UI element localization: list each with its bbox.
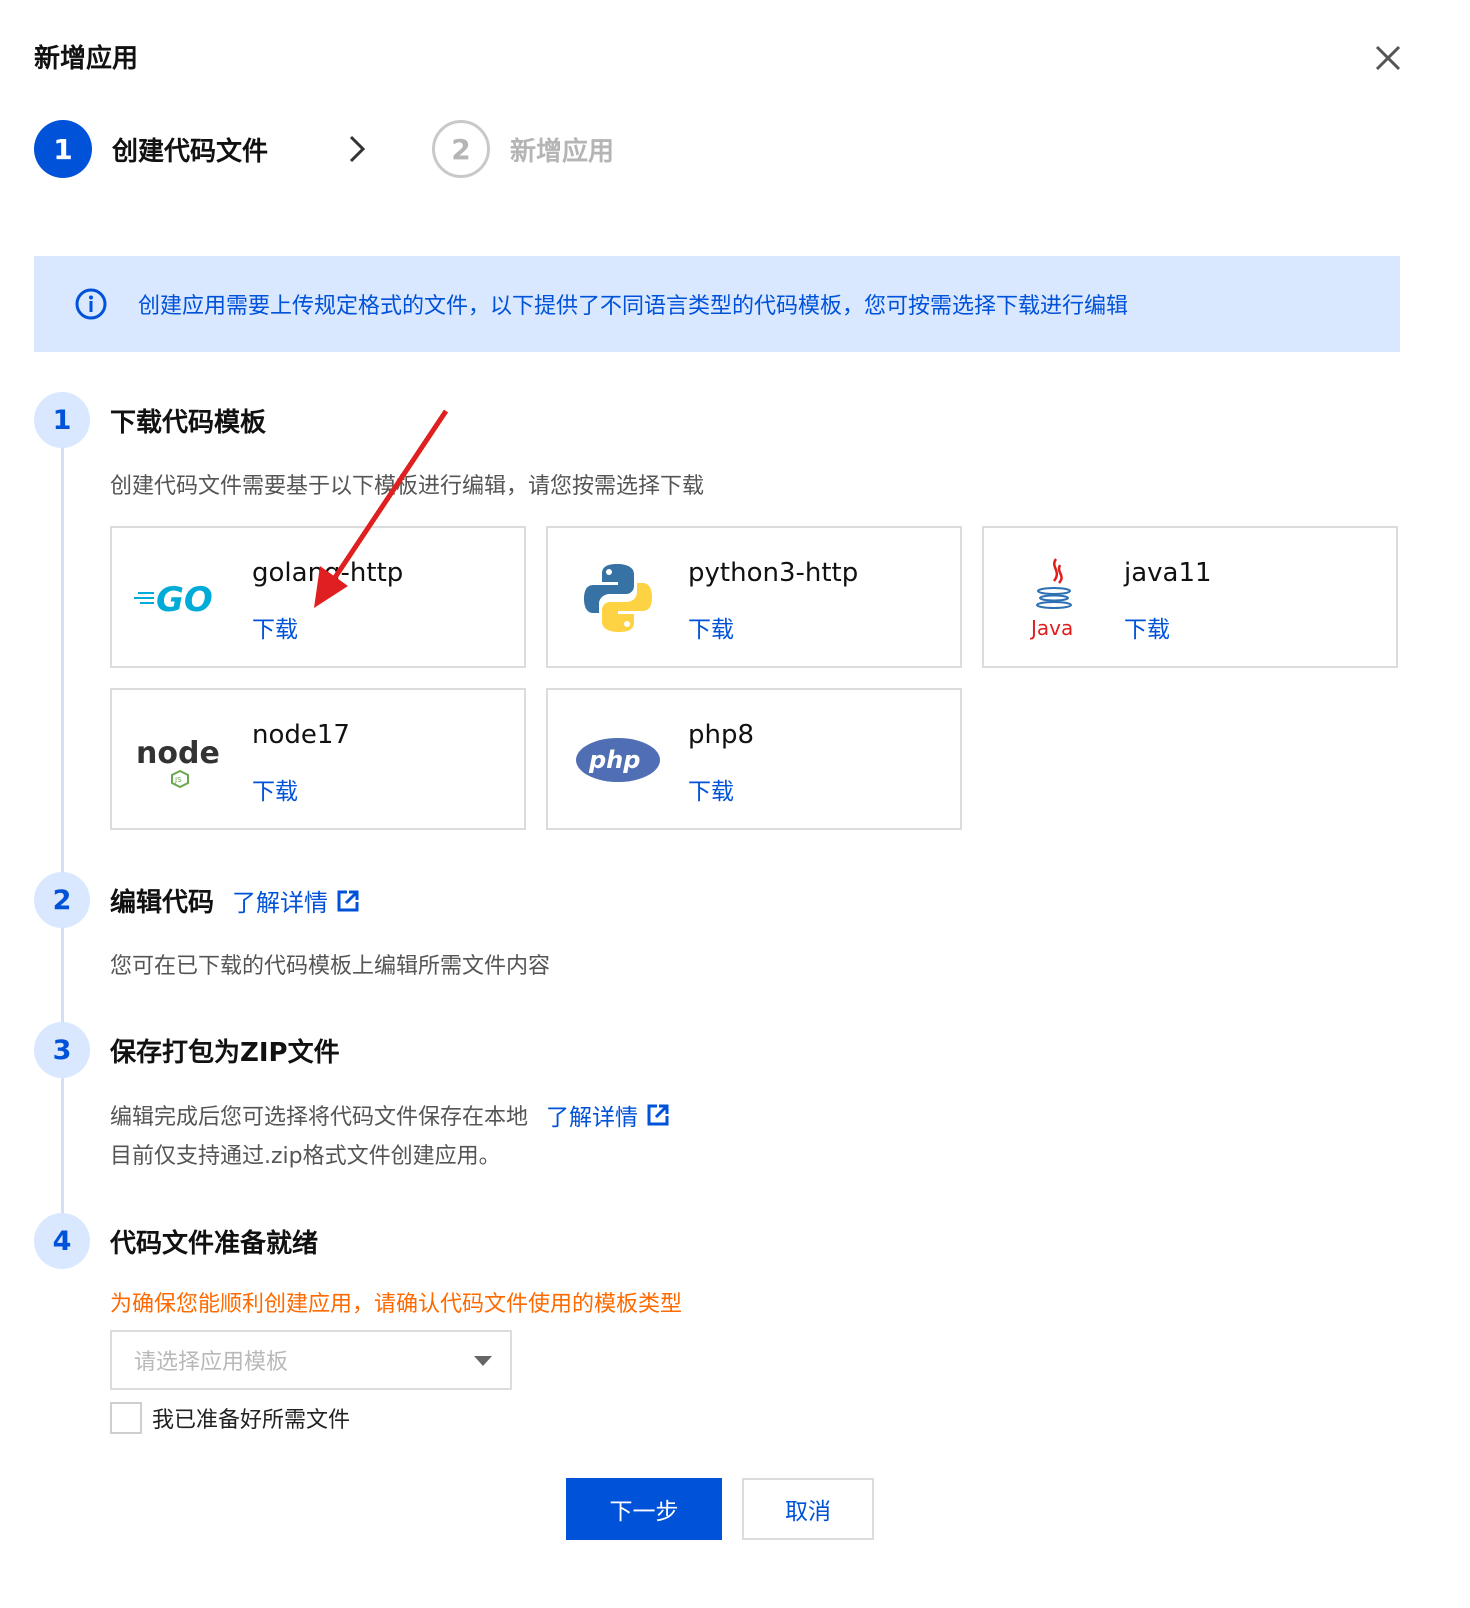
- template-warning-text: 为确保您能顺利创建应用，请确认代码文件使用的模板类型: [110, 1292, 683, 1317]
- stepper-step-2: 2 新增应用: [432, 120, 614, 178]
- section-desc-line2: 目前仅支持通过.zip格式文件创建应用。: [110, 1144, 501, 1169]
- section-number: 1: [34, 392, 90, 448]
- template-card-node: node JS node17 下载: [110, 688, 526, 830]
- svg-text:JS: JS: [174, 776, 182, 784]
- download-link[interactable]: 下载: [252, 772, 298, 806]
- chevron-right-icon: [349, 135, 366, 163]
- download-link[interactable]: 下载: [688, 610, 734, 644]
- step-number: 2: [432, 120, 490, 178]
- section-desc: 您可在已下载的代码模板上编辑所需文件内容: [110, 954, 551, 979]
- info-icon: [75, 288, 107, 320]
- ready-checkbox-row[interactable]: 我已准备好所需文件: [110, 1402, 350, 1434]
- section-title-text: 编辑代码: [110, 888, 215, 918]
- section-title: 编辑代码 了解详情: [110, 882, 360, 919]
- go-logo-text: GO: [156, 580, 213, 620]
- php-logo-text: php: [588, 746, 640, 774]
- template-name: golang-http: [252, 558, 404, 588]
- step-label: 创建代码文件: [112, 136, 269, 167]
- next-step-button[interactable]: 下一步: [566, 1478, 722, 1540]
- template-card-java: Java java11 下载: [982, 526, 1398, 668]
- download-link[interactable]: 下载: [252, 610, 298, 644]
- info-text: 创建应用需要上传规定格式的文件，以下提供了不同语言类型的代码模板，您可按需选择下…: [138, 294, 1129, 319]
- template-card-php: php php8 下载: [546, 688, 962, 830]
- template-select[interactable]: 请选择应用模板: [110, 1330, 512, 1390]
- download-link[interactable]: 下载: [688, 772, 734, 806]
- template-name: php8: [688, 720, 755, 750]
- template-name: java11: [1124, 558, 1212, 588]
- close-icon: [1375, 45, 1401, 71]
- section-number: 4: [34, 1213, 90, 1269]
- close-button[interactable]: [1370, 40, 1406, 76]
- stepper-step-1: 1 创建代码文件: [34, 120, 268, 178]
- dialog-title: 新增应用: [34, 44, 139, 74]
- download-link[interactable]: 下载: [1124, 610, 1170, 644]
- learn-more-link[interactable]: 了解详情: [546, 1098, 670, 1132]
- info-banner: 创建应用需要上传规定格式的文件，以下提供了不同语言类型的代码模板，您可按需选择下…: [34, 256, 1400, 352]
- caret-down-icon: [474, 1356, 492, 1366]
- timeline-line: [61, 420, 64, 1245]
- learn-more-link[interactable]: 了解详情: [232, 883, 360, 918]
- section-title: 代码文件准备就绪: [110, 1229, 319, 1259]
- external-link-icon: [337, 890, 359, 911]
- section-title: 下载代码模板: [110, 408, 267, 438]
- step-number: 1: [34, 120, 92, 178]
- java-logo-icon: Java: [1004, 558, 1104, 640]
- template-card-golang: GO golang-http 下载: [110, 526, 526, 668]
- section-desc: 创建代码文件需要基于以下模板进行编辑，请您按需选择下载: [110, 474, 705, 499]
- learn-more-label: 了解详情: [232, 889, 329, 917]
- section-title: 保存打包为ZIP文件: [110, 1038, 340, 1068]
- template-card-python: python3-http 下载: [546, 526, 962, 668]
- ready-checkbox[interactable]: [110, 1402, 142, 1434]
- section-number: 3: [34, 1022, 90, 1078]
- learn-more-label: 了解详情: [546, 1105, 639, 1131]
- select-placeholder: 请选择应用模板: [134, 1350, 289, 1375]
- php-logo-icon: php: [568, 720, 668, 800]
- node-logo-text: node: [136, 736, 220, 771]
- external-link-icon: [647, 1104, 669, 1126]
- checkbox-label: 我已准备好所需文件: [152, 1408, 351, 1433]
- cancel-button[interactable]: 取消: [742, 1478, 874, 1540]
- go-logo-icon: GO: [132, 558, 232, 638]
- node-logo-icon: node JS: [132, 720, 232, 800]
- step-label: 新增应用: [510, 136, 615, 167]
- java-logo-text: Java: [1029, 616, 1073, 640]
- section-number: 2: [34, 872, 90, 928]
- template-name: node17: [252, 720, 350, 750]
- section-desc: 编辑完成后您可选择将代码文件保存在本地 了解详情: [110, 1098, 670, 1132]
- template-name: python3-http: [688, 558, 859, 588]
- section-desc-line1: 编辑完成后您可选择将代码文件保存在本地: [110, 1105, 529, 1130]
- python-logo-icon: [568, 558, 668, 638]
